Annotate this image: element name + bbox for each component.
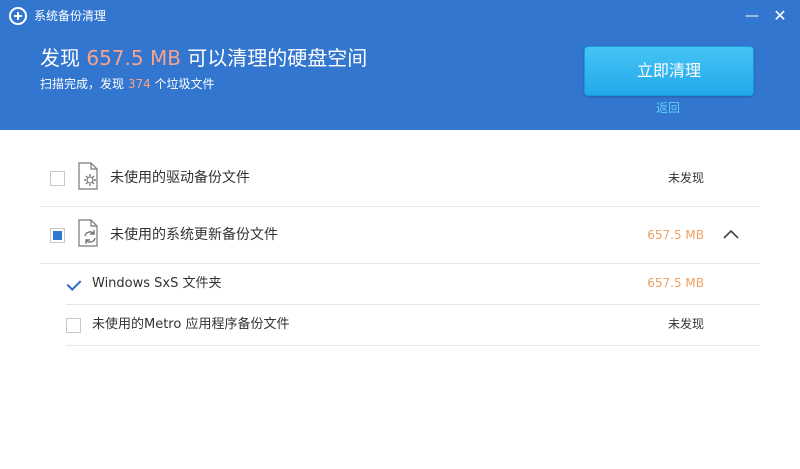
found-size: 657.5 MB (86, 46, 181, 70)
minimize-button[interactable]: — (742, 6, 762, 26)
summary-title-prefix: 发现 (40, 46, 87, 70)
window-title: 系统备份清理 (34, 9, 107, 23)
title-bar: 系统备份清理 — ✕ (0, 0, 800, 32)
metro-backup-status: 未发现 (667, 317, 704, 331)
app-logo-icon (9, 7, 27, 25)
list-item-metro-backup[interactable]: 未使用的Metro 应用程序备份文件 未发现 (66, 305, 760, 346)
system-update-backup-label: 未使用的系统更新备份文件 (110, 227, 278, 243)
windows-sxs-checkbox[interactable] (66, 277, 81, 292)
summary-sub-prefix: 扫描完成，发现 (40, 77, 128, 91)
windows-sxs-size: 657.5 MB (647, 276, 704, 290)
close-button[interactable]: ✕ (770, 6, 790, 26)
driver-backup-status: 未发现 (667, 171, 704, 185)
clean-now-button[interactable]: 立即清理 (584, 46, 754, 96)
back-link[interactable]: 返回 (656, 100, 680, 116)
junk-file-count: 374 (127, 77, 151, 91)
summary-subtitle: 扫描完成，发现 374 个垃圾文件 (40, 76, 215, 92)
driver-backup-checkbox[interactable] (50, 171, 65, 186)
refresh-file-icon (78, 219, 98, 247)
metro-backup-checkbox[interactable] (66, 318, 81, 333)
list-item-system-update-backup[interactable]: 未使用的系统更新备份文件 657.5 MB (40, 207, 760, 264)
driver-backup-label: 未使用的驱动备份文件 (110, 170, 250, 186)
summary-sub-suffix: 个垃圾文件 (150, 77, 215, 91)
windows-sxs-label: Windows SxS 文件夹 (92, 276, 222, 291)
system-update-backup-size: 657.5 MB (647, 228, 704, 242)
summary-title-suffix: 可以清理的硬盘空间 (180, 46, 368, 70)
system-update-backup-checkbox[interactable] (50, 228, 65, 243)
gear-file-icon (78, 162, 98, 190)
metro-backup-label: 未使用的Metro 应用程序备份文件 (92, 317, 290, 332)
chevron-up-icon[interactable] (723, 227, 739, 243)
list-item-windows-sxs[interactable]: Windows SxS 文件夹 657.5 MB (66, 264, 760, 305)
summary-title: 发现 657.5 MB 可以清理的硬盘空间 (40, 45, 367, 71)
header-panel: 系统备份清理 — ✕ 发现 657.5 MB 可以清理的硬盘空间 扫描完成，发现… (0, 0, 800, 130)
list-item-driver-backup[interactable]: 未使用的驱动备份文件 未发现 (40, 150, 760, 207)
